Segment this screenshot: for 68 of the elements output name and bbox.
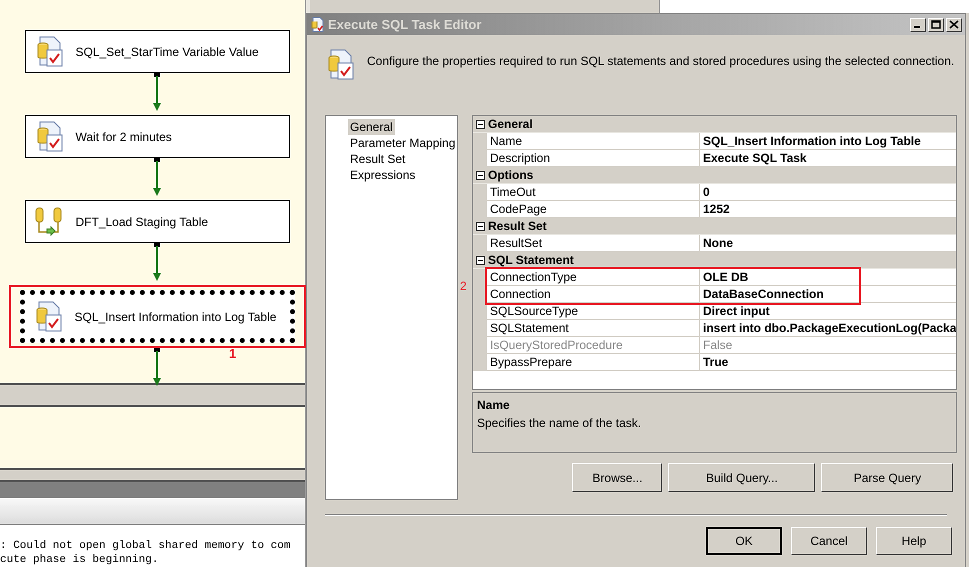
sql-task-icon bbox=[310, 16, 325, 32]
page-list-item[interactable]: Expressions bbox=[348, 167, 418, 183]
task-label: SQL_Set_StarTime Variable Value bbox=[76, 44, 259, 60]
dialog-button[interactable]: Help bbox=[876, 527, 952, 555]
help-text: Specifies the name of the task. bbox=[477, 415, 642, 432]
property-value[interactable]: 1252 bbox=[700, 201, 956, 218]
task-box[interactable]: SQL_Insert Information into Log Table bbox=[20, 290, 294, 343]
category-title: SQL Statement bbox=[488, 252, 574, 269]
grid-category-row[interactable]: SQL Statement bbox=[473, 252, 956, 269]
task-box[interactable]: SQL_Set_StarTime Variable Value bbox=[24, 30, 290, 73]
dialog-description: Configure the properties required to run SQL statements and stored procedures using the selected connection. bbox=[367, 53, 954, 70]
property-value[interactable]: None bbox=[700, 235, 956, 252]
task-box[interactable]: DFT_Load Staging Table bbox=[24, 200, 290, 243]
dialog-button[interactable]: Cancel bbox=[791, 527, 867, 555]
property-value[interactable]: Execute SQL Task bbox=[700, 150, 956, 167]
property-name[interactable]: Description bbox=[487, 150, 700, 167]
page-list-item[interactable]: Result Set bbox=[348, 151, 408, 167]
collapse-icon[interactable] bbox=[476, 222, 485, 230]
property-name[interactable]: SQLStatement bbox=[487, 320, 700, 337]
connector-arrow bbox=[152, 243, 162, 283]
property-value[interactable]: OLE DB bbox=[700, 269, 956, 286]
category-title: Options bbox=[488, 167, 534, 184]
property-name[interactable]: ResultSet bbox=[487, 235, 700, 252]
annotation-number: 2 bbox=[460, 278, 467, 295]
task-label: Wait for 2 minutes bbox=[76, 128, 172, 146]
help-title: Name bbox=[477, 397, 511, 414]
window-title: Execute SQL Task Editor bbox=[328, 16, 482, 34]
task-label: SQL_Insert Information into Log Table bbox=[74, 308, 276, 326]
collapse-icon[interactable] bbox=[476, 120, 485, 128]
annotation-number: 1 bbox=[229, 346, 236, 361]
category-title: Result Set bbox=[488, 218, 547, 235]
dialog-button[interactable]: OK bbox=[706, 527, 782, 555]
property-name[interactable]: TimeOut bbox=[487, 184, 700, 201]
property-name[interactable]: CodePage bbox=[487, 201, 700, 218]
collapse-icon[interactable] bbox=[476, 170, 485, 180]
grid-category-row[interactable]: Result Set bbox=[473, 218, 956, 235]
collapse-icon[interactable] bbox=[476, 256, 485, 264]
property-value[interactable]: SQL_Insert Information into Log Table bbox=[700, 133, 956, 150]
property-value[interactable]: Direct input bbox=[700, 303, 956, 320]
action-button[interactable]: Browse... bbox=[572, 463, 662, 492]
property-name[interactable]: ConnectionType bbox=[487, 269, 700, 286]
connector-arrow bbox=[152, 73, 162, 113]
output-line: cute phase is beginning. bbox=[0, 552, 160, 567]
task-box[interactable]: Wait for 2 minutes bbox=[24, 115, 290, 158]
property-name[interactable]: Connection bbox=[487, 286, 700, 303]
task-label: DFT_Load Staging Table bbox=[76, 214, 208, 230]
action-button[interactable]: Parse Query bbox=[821, 463, 954, 492]
action-button[interactable]: Build Query... bbox=[668, 463, 816, 492]
connector-arrow bbox=[152, 158, 162, 198]
page-list-item[interactable]: General bbox=[348, 119, 395, 135]
category-title: General bbox=[488, 116, 533, 133]
maximize-button[interactable] bbox=[928, 18, 944, 32]
close-icon bbox=[949, 20, 959, 29]
close-button[interactable] bbox=[946, 18, 962, 32]
property-value[interactable]: True bbox=[700, 354, 956, 371]
output-line: : Could not open global shared memory to com bbox=[0, 538, 292, 553]
page-list-item[interactable]: Parameter Mapping bbox=[348, 135, 458, 151]
property-value[interactable]: insert into dbo.PackageExecutionLog(Packa bbox=[700, 320, 956, 337]
data-flow-icon bbox=[34, 206, 64, 238]
grid-category-row[interactable]: General bbox=[473, 116, 956, 133]
minimize-button[interactable] bbox=[910, 18, 926, 32]
property-name[interactable]: Name bbox=[487, 133, 700, 150]
connector-arrow bbox=[152, 348, 162, 388]
property-value[interactable]: 0 bbox=[700, 184, 956, 201]
property-name[interactable]: BypassPrepare bbox=[487, 354, 700, 371]
grid-category-row[interactable]: Options bbox=[473, 167, 956, 184]
property-value[interactable]: DataBaseConnection bbox=[700, 286, 956, 303]
maximize-icon bbox=[931, 20, 941, 29]
